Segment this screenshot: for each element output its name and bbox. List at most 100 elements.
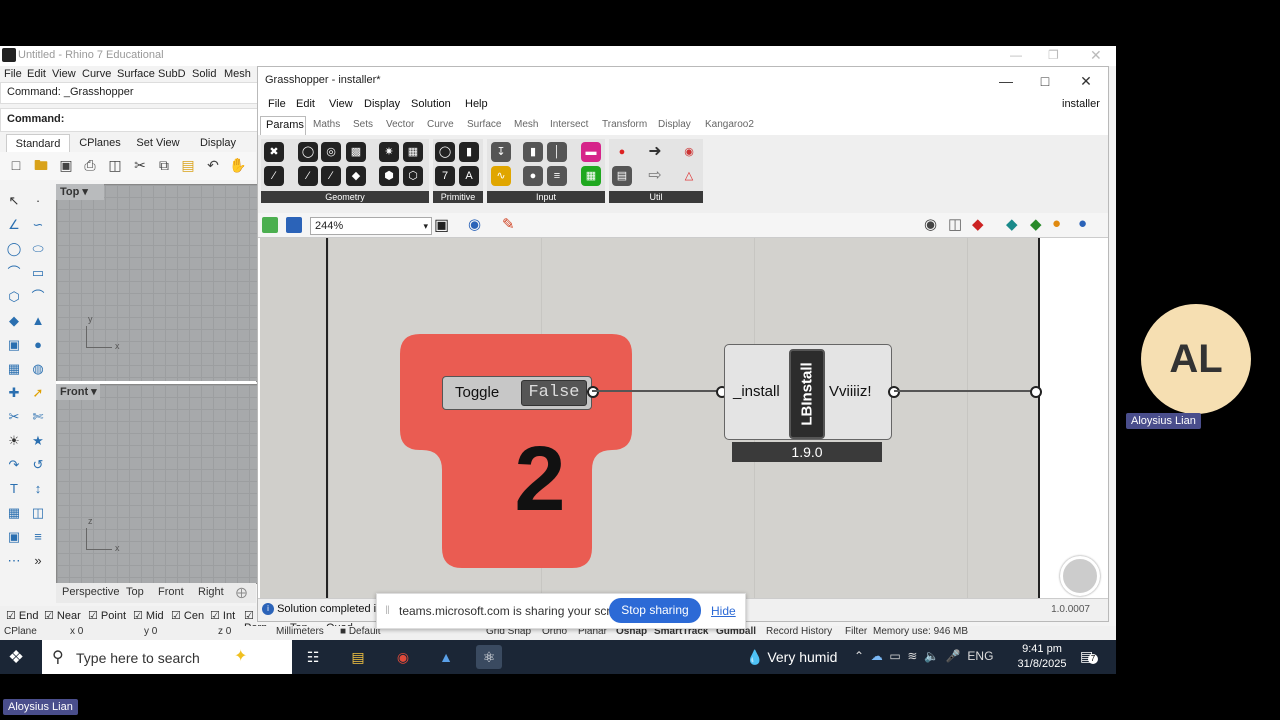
curve-icon[interactable]: ∽ bbox=[28, 216, 48, 234]
block-icon[interactable]: ▦ bbox=[4, 504, 24, 522]
osnap-mid[interactable]: ☑ Mid bbox=[133, 609, 164, 622]
status-cplane[interactable]: CPlane bbox=[4, 626, 37, 637]
relay-icon[interactable]: ⇨ bbox=[645, 166, 665, 186]
battery-icon[interactable]: ▭ bbox=[889, 649, 900, 663]
sketch-pen-icon[interactable]: ✎ bbox=[502, 215, 515, 233]
file-explorer-icon[interactable]: ▤ bbox=[345, 645, 371, 669]
gh-menu-file[interactable]: File bbox=[268, 98, 286, 110]
surface-param-icon[interactable]: ▩ bbox=[346, 142, 366, 162]
polyline-icon[interactable]: ∠ bbox=[4, 216, 24, 234]
boolean-toggle-icon[interactable]: ● bbox=[523, 166, 543, 186]
gh-menu-solution[interactable]: Solution bbox=[411, 98, 451, 110]
toolbar-grid-icon[interactable]: ⋯ bbox=[4, 552, 24, 570]
gh-tab-transform[interactable]: Transform bbox=[602, 119, 647, 130]
teams-app-icon[interactable]: ▲ bbox=[433, 645, 459, 669]
circle-icon[interactable]: ◯ bbox=[4, 240, 24, 258]
rhino-maximize-button[interactable]: ❐ bbox=[1048, 48, 1059, 62]
paste-icon[interactable]: ▤ bbox=[179, 156, 197, 174]
field-param-icon[interactable]: ✷ bbox=[379, 142, 399, 162]
cut-icon[interactable]: ✂ bbox=[131, 156, 149, 174]
box-icon[interactable]: ▣ bbox=[4, 336, 24, 354]
gh-tab-params[interactable]: Params bbox=[266, 119, 304, 131]
gh-canvas[interactable]: 2 Toggle False _install LBInstall Vviiii… bbox=[260, 238, 1106, 598]
jump-icon[interactable]: ◉ bbox=[679, 142, 699, 162]
colour-swatch-icon[interactable]: ▬ bbox=[581, 142, 601, 162]
gh-menu-display[interactable]: Display bbox=[364, 98, 400, 110]
rhino-menu-surface[interactable]: Surface bbox=[117, 68, 155, 80]
preview-selected-icon[interactable]: ◆ bbox=[972, 215, 984, 233]
rhino-tab-display[interactable]: Display bbox=[192, 134, 244, 152]
rhino-menu-solid[interactable]: Solid bbox=[192, 68, 216, 80]
gh-document-name[interactable]: installer bbox=[1062, 98, 1100, 110]
point-icon[interactable]: · bbox=[28, 192, 48, 210]
windows-start-icon[interactable]: ❖ bbox=[8, 646, 30, 668]
integer-param-icon[interactable]: ▮ bbox=[459, 142, 479, 162]
rhino-menu-mesh[interactable]: Mesh bbox=[224, 68, 251, 80]
plane-param-icon[interactable]: ∕ bbox=[321, 166, 341, 186]
viewport-front[interactable] bbox=[56, 384, 258, 584]
microphone-icon[interactable]: 🎤 bbox=[946, 649, 961, 663]
boolean-toggle[interactable]: Toggle False bbox=[442, 376, 592, 410]
status-record-history[interactable]: Record History bbox=[766, 626, 832, 637]
light-icon[interactable]: ★ bbox=[28, 432, 48, 450]
more-tools-chevron-icon[interactable]: » bbox=[28, 552, 48, 570]
copy-icon[interactable]: ⧉ bbox=[155, 156, 173, 174]
param-viewer-icon[interactable]: ▤ bbox=[612, 166, 632, 186]
slider-input-icon[interactable]: │ bbox=[547, 142, 567, 162]
trim-icon[interactable]: ✄ bbox=[28, 408, 48, 426]
new-file-icon[interactable]: □ bbox=[7, 156, 25, 174]
transform-icon[interactable]: ✚ bbox=[4, 384, 24, 402]
rhino-tab-standard[interactable]: Standard bbox=[6, 134, 70, 153]
arc-icon[interactable]: ⌒ bbox=[4, 264, 24, 282]
offset-curve-icon[interactable]: ↷ bbox=[4, 456, 24, 474]
move-icon[interactable]: ➚ bbox=[28, 384, 48, 402]
split-icon[interactable]: ✂ bbox=[4, 408, 24, 426]
gh-menu-help[interactable]: Help bbox=[465, 98, 488, 110]
volume-icon[interactable]: 🔈 bbox=[924, 649, 939, 663]
viewport-tab-perspective[interactable]: Perspective bbox=[62, 586, 119, 598]
render-icon[interactable]: ☀ bbox=[4, 432, 24, 450]
text-icon[interactable]: T bbox=[4, 480, 24, 498]
gh-tab-intersect[interactable]: Intersect bbox=[550, 119, 588, 130]
component-output-port[interactable] bbox=[888, 386, 900, 398]
osnap-cen[interactable]: ☑ Cen bbox=[171, 609, 204, 622]
rhino-menu-file[interactable]: File bbox=[4, 68, 22, 80]
number-param-icon[interactable]: 7 bbox=[435, 166, 455, 186]
gh-tab-maths[interactable]: Maths bbox=[313, 119, 340, 130]
viewport-top[interactable] bbox=[56, 184, 258, 382]
flask-icon[interactable]: △ bbox=[679, 166, 699, 186]
rhino-menu-edit[interactable]: Edit bbox=[27, 68, 46, 80]
osnap-near[interactable]: ☑ Near bbox=[44, 609, 81, 622]
fillet-icon[interactable]: ⌒ bbox=[28, 288, 48, 306]
layout-icon[interactable]: ◫ bbox=[28, 504, 48, 522]
rectangle-icon[interactable]: ▭ bbox=[28, 264, 48, 282]
polygon-icon[interactable]: ⬡ bbox=[4, 288, 24, 306]
navigation-compass-icon[interactable] bbox=[1060, 556, 1100, 596]
gh-minimize-button[interactable]: — bbox=[991, 71, 1021, 91]
cherry-picker-icon[interactable]: ● bbox=[612, 142, 632, 162]
canvas-options-icon[interactable]: ● bbox=[1078, 215, 1087, 232]
weather-widget[interactable]: 💧 Very humid bbox=[746, 649, 837, 666]
sphere-icon[interactable]: ● bbox=[28, 336, 48, 354]
rhino-tab-setview[interactable]: Set View bbox=[132, 134, 184, 152]
line-param-icon[interactable]: ⁄ bbox=[298, 166, 318, 186]
gh-tab-display[interactable]: Display bbox=[658, 119, 691, 130]
status-layer[interactable]: ■ Default bbox=[340, 626, 381, 637]
pan-hand-icon[interactable]: ✋ bbox=[229, 156, 247, 174]
boolean-param-icon[interactable]: ◯ bbox=[435, 142, 455, 162]
text-param-icon[interactable]: A bbox=[459, 166, 479, 186]
document-preview-icon[interactable]: ◆ bbox=[1006, 215, 1018, 233]
graph-mapper-icon[interactable]: ∿ bbox=[491, 166, 511, 186]
preview-settings-icon[interactable]: ● bbox=[1052, 215, 1061, 232]
boolean-icon[interactable]: ◍ bbox=[28, 360, 48, 378]
open-file-icon[interactable] bbox=[262, 217, 278, 233]
language-indicator[interactable]: ENG bbox=[967, 649, 993, 663]
status-units[interactable]: Millimeters bbox=[276, 626, 324, 637]
curve-param-icon[interactable]: ∕ bbox=[264, 166, 284, 186]
circle-param-icon[interactable]: ◯ bbox=[298, 142, 318, 162]
osnap-end[interactable]: ☑ End bbox=[6, 609, 39, 622]
drag-handle-icon[interactable]: ‖ bbox=[385, 603, 390, 617]
gh-tab-vector[interactable]: Vector bbox=[386, 119, 414, 130]
viewport-top-label[interactable]: Top ▾ bbox=[56, 184, 104, 200]
analysis-icon[interactable]: ≡ bbox=[28, 528, 48, 546]
